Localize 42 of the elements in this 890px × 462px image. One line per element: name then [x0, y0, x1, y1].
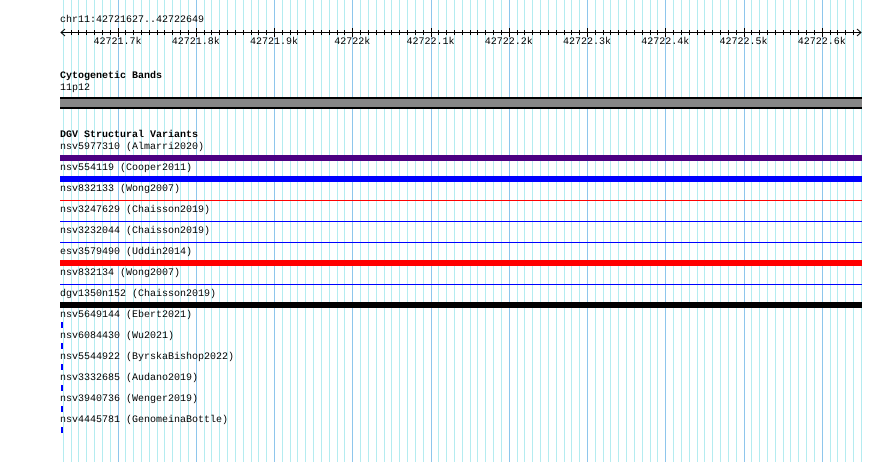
tick-label: 42721.8k	[170, 37, 221, 49]
variant-bar[interactable]	[60, 176, 862, 182]
variant-label[interactable]: nsv3247629 (Chaisson2019)	[60, 205, 210, 217]
variant-label[interactable]: nsv5544922 (ByrskaBishop2022)	[60, 352, 234, 364]
variant-label[interactable]: nsv4445781 (GenomeinaBottle)	[60, 415, 228, 427]
variant-line[interactable]	[60, 242, 862, 243]
variant-label[interactable]: nsv832134 (Wong2007)	[60, 268, 180, 280]
track-title: Cytogenetic Bands	[60, 71, 162, 83]
variant-bar[interactable]	[60, 260, 862, 266]
location-label: chr11:42721627..42722649	[60, 15, 204, 26]
variant-mark[interactable]	[61, 406, 63, 412]
tick-label: 42722.5k	[718, 37, 768, 49]
variant-line[interactable]	[60, 284, 862, 285]
tick-label: 42722k	[333, 37, 372, 49]
tick-label: 42722.3k	[562, 37, 612, 49]
variant-mark[interactable]	[61, 427, 63, 433]
variant-label[interactable]: nsv832133 (Wong2007)	[60, 184, 180, 196]
variant-label[interactable]: nsv5977310 (Almarri2020)	[60, 142, 204, 154]
variant-mark[interactable]	[61, 385, 63, 391]
variant-mark[interactable]	[61, 322, 63, 328]
variant-label[interactable]: esv3579490 (Uddin2014)	[60, 247, 192, 259]
variant-bar[interactable]	[60, 302, 862, 308]
variant-label[interactable]: nsv6084430 (Wu2021)	[60, 331, 174, 343]
track-title: DGV Structural Variants	[60, 130, 198, 142]
variant-bar[interactable]	[60, 155, 862, 161]
variant-label[interactable]: nsv554119 (Cooper2011)	[60, 163, 192, 175]
variant-mark[interactable]	[61, 343, 63, 349]
variant-label[interactable]: nsv5649144 (Ebert2021)	[60, 310, 192, 322]
tick-label: 42722.4k	[640, 37, 690, 49]
variant-mark[interactable]	[61, 364, 63, 370]
tick-label: 42722.6k	[796, 37, 847, 49]
variant-line[interactable]	[60, 200, 862, 201]
tick-label: 42722.2k	[484, 37, 534, 49]
variant-line[interactable]	[60, 221, 862, 222]
variant-label[interactable]: nsv3232044 (Chaisson2019)	[60, 226, 210, 238]
tick-label: 42721.9k	[248, 37, 299, 49]
band-label: 11p12	[60, 83, 90, 95]
tick-label: 42721.7k	[92, 37, 142, 49]
variant-label[interactable]: nsv3332685 (Audano2019)	[60, 373, 198, 385]
variant-label[interactable]: nsv3940736 (Wenger2019)	[60, 394, 198, 406]
tick-label: 42722.1k	[405, 37, 456, 49]
variant-label[interactable]: dgv1350n152 (Chaisson2019)	[60, 289, 216, 301]
